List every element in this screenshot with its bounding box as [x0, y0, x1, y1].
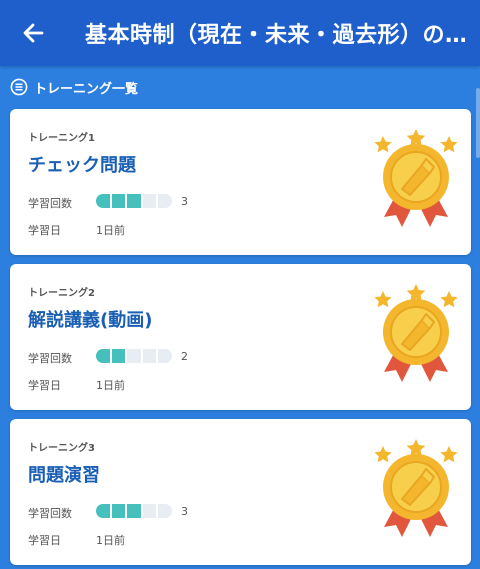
training-number: トレーニング3 [28, 443, 95, 454]
study-progress-bar [96, 194, 172, 208]
progress-segment [127, 504, 141, 518]
top-app-bar: 基本時制（現在・未来・過去形）の… [0, 0, 480, 66]
study-count-value: 3 [181, 505, 188, 518]
study-count-value: 3 [181, 195, 188, 208]
training-number: トレーニング1 [28, 133, 95, 144]
progress-segment [96, 194, 110, 208]
study-day-value: 1日前 [96, 224, 125, 237]
progress-segment [158, 349, 172, 363]
gold-medal-icon [374, 284, 458, 382]
gold-medal-icon [374, 129, 458, 227]
study-progress-bar [96, 504, 172, 518]
progress-segment [142, 504, 157, 518]
training-card-3[interactable]: トレーニング3 問題演習 学習回数 3 学習日 1日前 [10, 419, 471, 565]
progress-segment [142, 349, 157, 363]
progress-segment [127, 194, 141, 208]
back-button[interactable] [16, 16, 50, 50]
training-card-1[interactable]: トレーニング1 チェック問題 学習回数 3 学習日 1日前 [10, 109, 471, 255]
progress-segment [96, 349, 110, 363]
scrollbar[interactable] [476, 88, 480, 158]
progress-segment [111, 504, 126, 518]
training-name: 問題演習 [28, 465, 100, 486]
study-day-value: 1日前 [96, 379, 125, 392]
training-list-header: トレーニング一覧 [10, 76, 138, 98]
progress-segment [96, 504, 110, 518]
study-count-value: 2 [181, 350, 188, 363]
study-day-label: 学習日 [28, 224, 61, 237]
gold-medal-icon [374, 439, 458, 537]
progress-segment [127, 349, 141, 363]
progress-segment [158, 194, 172, 208]
study-day-label: 学習日 [28, 534, 61, 547]
study-count-label: 学習回数 [28, 352, 72, 365]
study-progress-bar [96, 349, 172, 363]
study-day-value: 1日前 [96, 534, 125, 547]
study-day-label: 学習日 [28, 379, 61, 392]
training-list-title: トレーニング一覧 [34, 81, 139, 97]
training-card-2[interactable]: トレーニング2 解説講義(動画) 学習回数 2 学習日 1日前 [10, 264, 471, 410]
list-icon [10, 78, 28, 96]
progress-segment [111, 349, 126, 363]
progress-segment [142, 194, 157, 208]
training-name: チェック問題 [28, 155, 136, 176]
study-count-label: 学習回数 [28, 507, 72, 520]
progress-segment [111, 194, 126, 208]
progress-segment [158, 504, 172, 518]
training-name: 解説講義(動画) [28, 310, 153, 331]
training-number: トレーニング2 [28, 288, 95, 299]
study-count-label: 学習回数 [28, 197, 72, 210]
page-title: 基本時制（現在・未来・過去形）の… [85, 23, 465, 48]
arrow-left-icon [23, 23, 44, 43]
